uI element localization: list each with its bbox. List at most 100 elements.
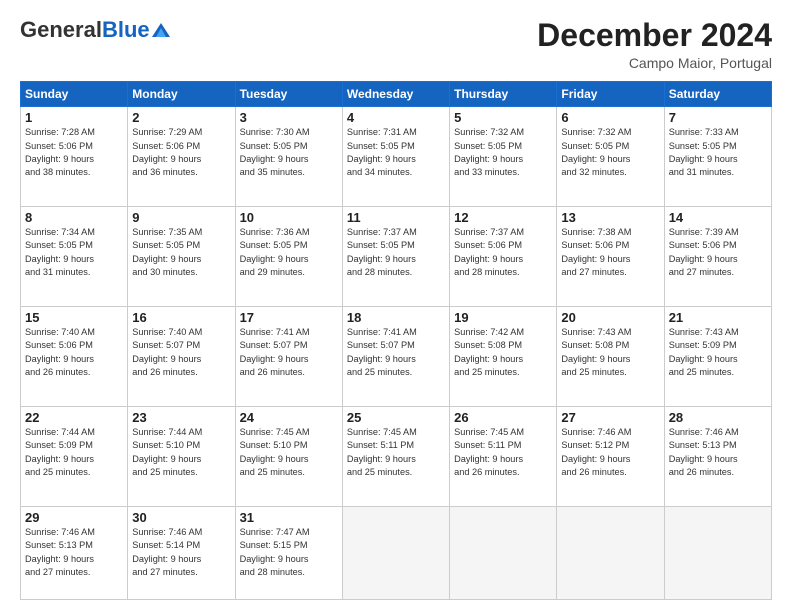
day-number: 31 <box>240 510 338 525</box>
day-info: Sunrise: 7:33 AM Sunset: 5:05 PM Dayligh… <box>669 126 767 179</box>
day-info: Sunrise: 7:36 AM Sunset: 5:05 PM Dayligh… <box>240 226 338 279</box>
day-number: 11 <box>347 210 445 225</box>
calendar-header-row: Sunday Monday Tuesday Wednesday Thursday… <box>21 82 772 107</box>
day-number: 16 <box>132 310 230 325</box>
calendar-row: 8Sunrise: 7:34 AM Sunset: 5:05 PM Daylig… <box>21 207 772 307</box>
day-info: Sunrise: 7:32 AM Sunset: 5:05 PM Dayligh… <box>454 126 552 179</box>
day-info: Sunrise: 7:46 AM Sunset: 5:13 PM Dayligh… <box>669 426 767 479</box>
day-number: 19 <box>454 310 552 325</box>
day-number: 28 <box>669 410 767 425</box>
day-number: 7 <box>669 110 767 125</box>
calendar-cell: 21Sunrise: 7:43 AM Sunset: 5:09 PM Dayli… <box>664 307 771 407</box>
day-number: 9 <box>132 210 230 225</box>
day-number: 21 <box>669 310 767 325</box>
calendar-cell: 2Sunrise: 7:29 AM Sunset: 5:06 PM Daylig… <box>128 107 235 207</box>
calendar-cell: 19Sunrise: 7:42 AM Sunset: 5:08 PM Dayli… <box>450 307 557 407</box>
day-info: Sunrise: 7:45 AM Sunset: 5:11 PM Dayligh… <box>454 426 552 479</box>
calendar-cell: 26Sunrise: 7:45 AM Sunset: 5:11 PM Dayli… <box>450 406 557 506</box>
calendar-row: 29Sunrise: 7:46 AM Sunset: 5:13 PM Dayli… <box>21 506 772 599</box>
header-monday: Monday <box>128 82 235 107</box>
month-title: December 2024 <box>537 18 772 53</box>
calendar-cell: 9Sunrise: 7:35 AM Sunset: 5:05 PM Daylig… <box>128 207 235 307</box>
header: GeneralBlue December 2024 Campo Maior, P… <box>20 18 772 71</box>
day-number: 25 <box>347 410 445 425</box>
calendar-cell: 10Sunrise: 7:36 AM Sunset: 5:05 PM Dayli… <box>235 207 342 307</box>
day-number: 18 <box>347 310 445 325</box>
day-number: 4 <box>347 110 445 125</box>
calendar-cell: 31Sunrise: 7:47 AM Sunset: 5:15 PM Dayli… <box>235 506 342 599</box>
day-number: 6 <box>561 110 659 125</box>
calendar-cell: 23Sunrise: 7:44 AM Sunset: 5:10 PM Dayli… <box>128 406 235 506</box>
calendar-cell: 11Sunrise: 7:37 AM Sunset: 5:05 PM Dayli… <box>342 207 449 307</box>
day-info: Sunrise: 7:46 AM Sunset: 5:12 PM Dayligh… <box>561 426 659 479</box>
day-info: Sunrise: 7:31 AM Sunset: 5:05 PM Dayligh… <box>347 126 445 179</box>
day-info: Sunrise: 7:38 AM Sunset: 5:06 PM Dayligh… <box>561 226 659 279</box>
day-info: Sunrise: 7:47 AM Sunset: 5:15 PM Dayligh… <box>240 526 338 579</box>
header-tuesday: Tuesday <box>235 82 342 107</box>
day-number: 26 <box>454 410 552 425</box>
calendar-row: 15Sunrise: 7:40 AM Sunset: 5:06 PM Dayli… <box>21 307 772 407</box>
calendar-cell: 14Sunrise: 7:39 AM Sunset: 5:06 PM Dayli… <box>664 207 771 307</box>
day-info: Sunrise: 7:28 AM Sunset: 5:06 PM Dayligh… <box>25 126 123 179</box>
day-info: Sunrise: 7:29 AM Sunset: 5:06 PM Dayligh… <box>132 126 230 179</box>
location: Campo Maior, Portugal <box>537 55 772 71</box>
calendar-cell: 12Sunrise: 7:37 AM Sunset: 5:06 PM Dayli… <box>450 207 557 307</box>
calendar-cell: 7Sunrise: 7:33 AM Sunset: 5:05 PM Daylig… <box>664 107 771 207</box>
calendar-cell <box>664 506 771 599</box>
calendar-cell: 29Sunrise: 7:46 AM Sunset: 5:13 PM Dayli… <box>21 506 128 599</box>
logo: GeneralBlue <box>20 18 170 42</box>
calendar-cell: 24Sunrise: 7:45 AM Sunset: 5:10 PM Dayli… <box>235 406 342 506</box>
header-thursday: Thursday <box>450 82 557 107</box>
day-info: Sunrise: 7:37 AM Sunset: 5:05 PM Dayligh… <box>347 226 445 279</box>
calendar-cell: 30Sunrise: 7:46 AM Sunset: 5:14 PM Dayli… <box>128 506 235 599</box>
calendar-cell: 4Sunrise: 7:31 AM Sunset: 5:05 PM Daylig… <box>342 107 449 207</box>
calendar-cell: 6Sunrise: 7:32 AM Sunset: 5:05 PM Daylig… <box>557 107 664 207</box>
day-number: 10 <box>240 210 338 225</box>
day-number: 14 <box>669 210 767 225</box>
calendar-cell: 1Sunrise: 7:28 AM Sunset: 5:06 PM Daylig… <box>21 107 128 207</box>
day-info: Sunrise: 7:44 AM Sunset: 5:10 PM Dayligh… <box>132 426 230 479</box>
day-info: Sunrise: 7:39 AM Sunset: 5:06 PM Dayligh… <box>669 226 767 279</box>
calendar-cell: 17Sunrise: 7:41 AM Sunset: 5:07 PM Dayli… <box>235 307 342 407</box>
day-info: Sunrise: 7:45 AM Sunset: 5:11 PM Dayligh… <box>347 426 445 479</box>
calendar-cell: 15Sunrise: 7:40 AM Sunset: 5:06 PM Dayli… <box>21 307 128 407</box>
day-number: 30 <box>132 510 230 525</box>
logo-text: GeneralBlue <box>20 18 150 42</box>
header-wednesday: Wednesday <box>342 82 449 107</box>
day-info: Sunrise: 7:34 AM Sunset: 5:05 PM Dayligh… <box>25 226 123 279</box>
calendar-cell: 25Sunrise: 7:45 AM Sunset: 5:11 PM Dayli… <box>342 406 449 506</box>
day-info: Sunrise: 7:37 AM Sunset: 5:06 PM Dayligh… <box>454 226 552 279</box>
day-number: 13 <box>561 210 659 225</box>
day-number: 27 <box>561 410 659 425</box>
calendar-cell: 16Sunrise: 7:40 AM Sunset: 5:07 PM Dayli… <box>128 307 235 407</box>
day-number: 24 <box>240 410 338 425</box>
day-info: Sunrise: 7:41 AM Sunset: 5:07 PM Dayligh… <box>347 326 445 379</box>
day-number: 3 <box>240 110 338 125</box>
day-info: Sunrise: 7:45 AM Sunset: 5:10 PM Dayligh… <box>240 426 338 479</box>
calendar-cell: 20Sunrise: 7:43 AM Sunset: 5:08 PM Dayli… <box>557 307 664 407</box>
day-info: Sunrise: 7:40 AM Sunset: 5:07 PM Dayligh… <box>132 326 230 379</box>
calendar-cell: 27Sunrise: 7:46 AM Sunset: 5:12 PM Dayli… <box>557 406 664 506</box>
calendar-cell: 28Sunrise: 7:46 AM Sunset: 5:13 PM Dayli… <box>664 406 771 506</box>
page: GeneralBlue December 2024 Campo Maior, P… <box>0 0 792 612</box>
day-number: 23 <box>132 410 230 425</box>
day-info: Sunrise: 7:35 AM Sunset: 5:05 PM Dayligh… <box>132 226 230 279</box>
day-info: Sunrise: 7:30 AM Sunset: 5:05 PM Dayligh… <box>240 126 338 179</box>
day-number: 15 <box>25 310 123 325</box>
day-number: 2 <box>132 110 230 125</box>
day-info: Sunrise: 7:46 AM Sunset: 5:13 PM Dayligh… <box>25 526 123 579</box>
calendar-cell: 8Sunrise: 7:34 AM Sunset: 5:05 PM Daylig… <box>21 207 128 307</box>
day-number: 12 <box>454 210 552 225</box>
calendar-cell: 13Sunrise: 7:38 AM Sunset: 5:06 PM Dayli… <box>557 207 664 307</box>
calendar-cell <box>557 506 664 599</box>
day-number: 20 <box>561 310 659 325</box>
day-info: Sunrise: 7:43 AM Sunset: 5:08 PM Dayligh… <box>561 326 659 379</box>
header-sunday: Sunday <box>21 82 128 107</box>
day-number: 5 <box>454 110 552 125</box>
calendar-table: Sunday Monday Tuesday Wednesday Thursday… <box>20 81 772 600</box>
day-number: 17 <box>240 310 338 325</box>
header-friday: Friday <box>557 82 664 107</box>
calendar-cell: 22Sunrise: 7:44 AM Sunset: 5:09 PM Dayli… <box>21 406 128 506</box>
day-info: Sunrise: 7:43 AM Sunset: 5:09 PM Dayligh… <box>669 326 767 379</box>
calendar-cell: 5Sunrise: 7:32 AM Sunset: 5:05 PM Daylig… <box>450 107 557 207</box>
